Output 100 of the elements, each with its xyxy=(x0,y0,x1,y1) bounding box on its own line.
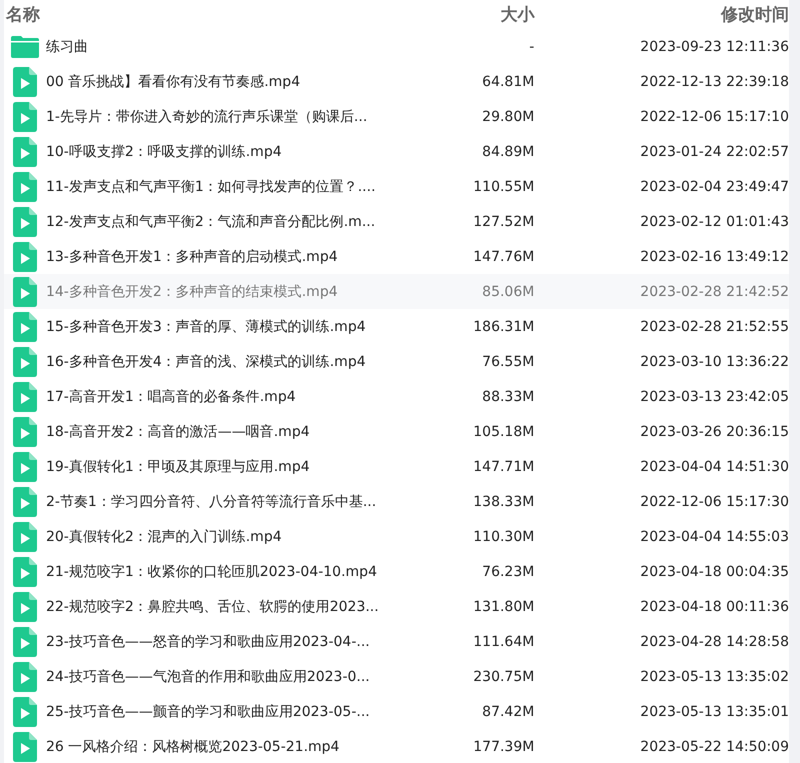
file-name: 11-发声支点和气声平衡1：如何寻找发声的位置？.... xyxy=(46,178,377,196)
file-name: 10-呼吸支撑2：呼吸支撑的训练.mp4 xyxy=(46,142,283,160)
file-row[interactable]: 15-多种音色开发3：声音的厚、薄模式的训练.mp4 186.31M 2023-02-28 21:52:55 xyxy=(4,309,789,344)
file-name: 13-多种音色开发1：多种声音的启动模式.mp4 xyxy=(46,248,339,266)
modified-time: 2023-02-16 13:49:12 xyxy=(639,248,789,264)
file-size: 147.76M xyxy=(472,248,534,264)
file-name: 17-高音开发1：唱高音的必备条件.mp4 xyxy=(46,388,297,406)
modified-time: 2023-02-28 21:52:55 xyxy=(639,318,789,334)
modified-time: 2023-03-10 13:36:22 xyxy=(639,354,789,370)
file-row[interactable]: 13-多种音色开发1：多种声音的启动模式.mp4 147.76M 2023-02-16 13:49:12 xyxy=(4,239,789,274)
file-row[interactable]: 16-多种音色开发4：声音的浅、深模式的训练.mp4 76.55M 2023-03-10 13:36:22 xyxy=(4,344,789,379)
file-row[interactable]: 2-节奏1：学习四分音符、八分音符等流行音乐中基... 138.33M 2022-12-06 15:17:30 xyxy=(4,484,789,519)
modified-time: 2023-05-13 13:35:02 xyxy=(639,668,789,684)
video-file-icon xyxy=(13,382,38,412)
video-file-icon xyxy=(13,662,38,692)
column-header[interactable]: 修改时间 xyxy=(534,3,789,26)
file-row[interactable]: 11-发声支点和气声平衡1：如何寻找发声的位置？.... 110.55M 2023-02-04 23:49:47 xyxy=(4,169,789,204)
file-row[interactable]: 23-技巧音色——怒音的学习和歌曲应用2023-04-... 111.64M 2023-04-28 14:28:58 xyxy=(4,624,789,659)
file-row[interactable]: 18-高音开发2：高音的激活——咽音.mp4 105.18M 2023-03-26 20:36:15 xyxy=(4,414,789,449)
file-row[interactable]: 17-高音开发1：唱高音的必备条件.mp4 88.33M 2023-03-13 23:42:05 xyxy=(4,379,789,414)
file-name: 26 一风格介绍：风格树概览2023-05-21.mp4 xyxy=(46,738,340,756)
file-size: - xyxy=(528,38,534,54)
file-size: 64.81M xyxy=(481,74,534,90)
file-row[interactable]: 20-真假转化2：混声的入门训练.mp4 110.30M 2023-04-04 14:55:03 xyxy=(4,519,789,554)
file-row[interactable]: 00 音乐挑战】看看你有没有节奏感.mp4 64.81M 2022-12-13 22:39:18 xyxy=(4,64,789,99)
file-name: 12-发声支点和气声平衡2：气流和声音分配比例.m... xyxy=(46,212,376,230)
file-name: 22-规范咬字2：鼻腔共鸣、舌位、软腭的使用2023... xyxy=(46,598,380,616)
file-name: 24-技巧音色——气泡音的作用和歌曲应用2023-0... xyxy=(46,668,371,686)
file-size: 105.18M xyxy=(472,424,534,440)
modified-time: 2023-04-04 14:55:03 xyxy=(639,528,789,544)
file-row[interactable]: 练习曲 - 2023-09-23 12:11:36 xyxy=(4,29,789,64)
modified-time: 2023-01-24 22:02:57 xyxy=(639,144,789,160)
file-size: 177.39M xyxy=(472,738,534,754)
file-size: 76.55M xyxy=(481,354,534,370)
file-size: 186.31M xyxy=(472,318,534,334)
file-row[interactable]: 21-规范咬字1：收紧你的口轮匝肌2023-04-10.mp4 76.23M 2023-04-18 00:04:35 xyxy=(4,554,789,589)
file-name: 20-真假转化2：混声的入门训练.mp4 xyxy=(46,528,283,546)
file-size: 29.80M xyxy=(481,108,534,124)
modified-time: 2023-05-22 14:50:09 xyxy=(639,738,789,754)
modified-time: 2023-02-12 01:01:43 xyxy=(639,214,789,230)
file-row[interactable]: 25-技巧音色——颤音的学习和歌曲应用2023-05-... 87.42M 2023-05-13 13:35:01 xyxy=(4,694,789,729)
modified-time: 2022-12-06 15:17:30 xyxy=(639,494,789,510)
file-size: 76.23M xyxy=(481,564,534,580)
file-name: 21-规范咬字1：收紧你的口轮匝肌2023-04-10.mp4 xyxy=(46,562,378,580)
file-size: 84.89M xyxy=(481,144,534,160)
column-header[interactable]: 名称 xyxy=(4,3,445,26)
file-row[interactable]: 19-真假转化1：甲顷及其原理与应用.mp4 147.71M 2023-04-04 14:51:30 xyxy=(4,449,789,484)
file-size: 110.55M xyxy=(472,178,534,194)
file-name: 23-技巧音色——怒音的学习和歌曲应用2023-04-... xyxy=(46,632,371,650)
file-size: 111.64M xyxy=(472,634,534,650)
file-size: 110.30M xyxy=(472,528,534,544)
file-row[interactable]: 22-规范咬字2：鼻腔共鸣、舌位、软腭的使用2023... 131.80M 2023-04-18 00:11:36 xyxy=(4,589,789,624)
file-name: 19-真假转化1：甲顷及其原理与应用.mp4 xyxy=(46,458,311,476)
video-file-icon xyxy=(13,66,38,96)
modified-time: 2023-04-18 00:11:36 xyxy=(639,598,789,614)
video-file-icon xyxy=(13,346,38,376)
file-name: 1-先导片：带你进入奇妙的流行声乐课堂（购课后... xyxy=(46,108,368,126)
file-size: 85.06M xyxy=(481,284,534,300)
file-row[interactable]: 1-先导片：带你进入奇妙的流行声乐课堂（购课后... 29.80M 2022-12-06 15:17:10 xyxy=(4,99,789,134)
file-size: 127.52M xyxy=(472,214,534,230)
file-name: 16-多种音色开发4：声音的浅、深模式的训练.mp4 xyxy=(46,352,367,370)
file-row[interactable]: 24-技巧音色——气泡音的作用和歌曲应用2023-0... 230.75M 2023-05-13 13:35:02 xyxy=(4,659,789,694)
file-name: 18-高音开发2：高音的激活——咽音.mp4 xyxy=(46,422,311,440)
video-file-icon xyxy=(13,102,38,132)
video-file-icon xyxy=(13,206,38,236)
modified-time: 2022-12-06 15:17:10 xyxy=(639,108,789,124)
video-file-icon xyxy=(13,452,38,482)
modified-time: 2023-09-23 12:11:36 xyxy=(639,38,789,54)
modified-time: 2023-04-18 00:04:35 xyxy=(639,564,789,580)
modified-time: 2023-02-04 23:49:47 xyxy=(639,178,789,194)
video-file-icon xyxy=(13,312,38,342)
video-file-icon xyxy=(13,172,38,202)
modified-time: 2023-04-04 14:51:30 xyxy=(639,458,789,474)
file-row[interactable]: 26 一风格介绍：风格树概览2023-05-21.mp4 177.39M 2023-05-22 14:50:09 xyxy=(4,729,789,763)
video-file-icon xyxy=(13,136,38,166)
file-name: 25-技巧音色——颤音的学习和歌曲应用2023-05-... xyxy=(46,702,371,720)
file-size: 131.80M xyxy=(472,598,534,614)
video-file-icon xyxy=(13,556,38,586)
file-name: 15-多种音色开发3：声音的厚、薄模式的训练.mp4 xyxy=(46,318,367,336)
modified-time: 2023-03-26 20:36:15 xyxy=(639,424,789,440)
video-file-icon xyxy=(13,696,38,726)
video-file-icon xyxy=(13,276,38,306)
video-file-icon xyxy=(13,486,38,516)
file-row[interactable]: 10-呼吸支撑2：呼吸支撑的训练.mp4 84.89M 2023-01-24 22:02:57 xyxy=(4,134,789,169)
video-file-icon xyxy=(13,592,38,622)
file-row[interactable]: 14-多种音色开发2：多种声音的结束模式.mp4 85.06M 2023-02-28 21:42:52 xyxy=(4,274,789,309)
file-size: 87.42M xyxy=(481,704,534,720)
modified-time: 2022-12-13 22:39:18 xyxy=(639,74,789,90)
file-size: 230.75M xyxy=(472,668,534,684)
video-file-icon xyxy=(13,626,38,656)
file-row[interactable]: 12-发声支点和气声平衡2：气流和声音分配比例.m... 127.52M 2023-02-12 01:01:43 xyxy=(4,204,789,239)
video-file-icon xyxy=(13,242,38,272)
modified-time: 2023-05-13 13:35:01 xyxy=(639,704,789,720)
video-file-icon xyxy=(13,416,38,446)
modified-time: 2023-03-13 23:42:05 xyxy=(639,388,789,404)
video-file-icon xyxy=(13,522,38,552)
file-name: 00 音乐挑战】看看你有没有节奏感.mp4 xyxy=(46,72,302,90)
file-name: 2-节奏1：学习四分音符、八分音符等流行音乐中基... xyxy=(46,492,378,510)
column-header[interactable]: 大小 xyxy=(444,3,535,26)
file-size: 147.71M xyxy=(472,458,534,474)
